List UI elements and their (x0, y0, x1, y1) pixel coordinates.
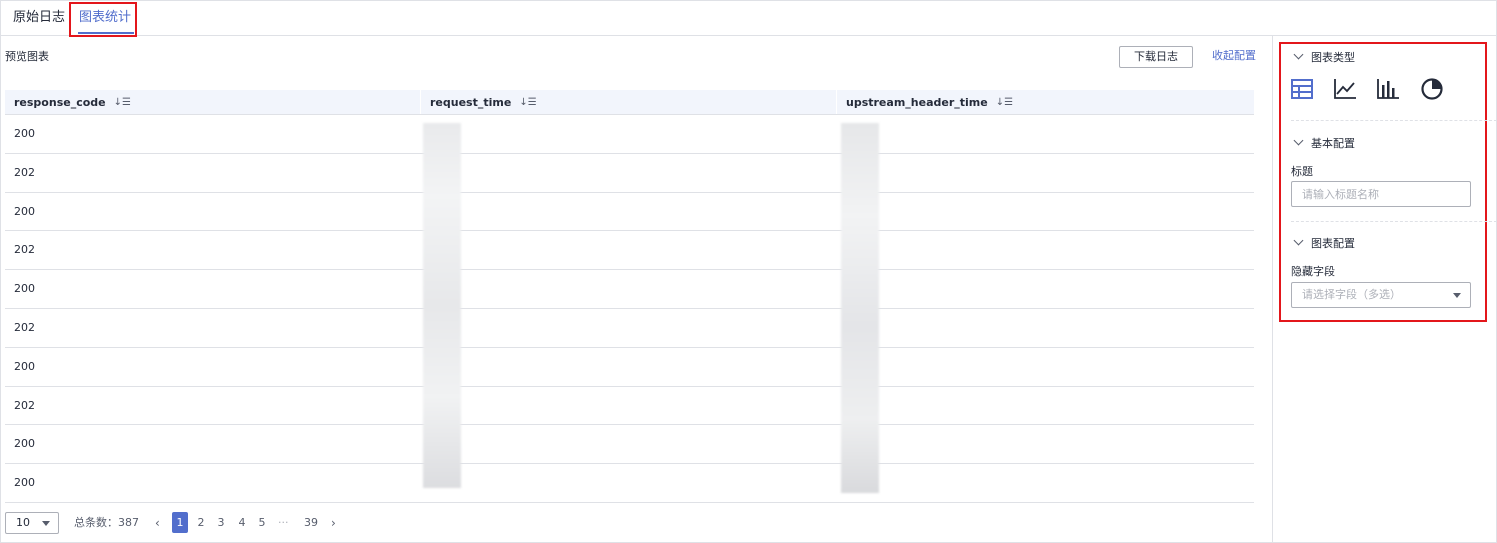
collapse-config-link[interactable]: 收起配置 (1212, 49, 1256, 63)
title-label: 标题 (1291, 165, 1313, 178)
cell-upstream-header-time (837, 348, 1254, 386)
highlight-box-tab (69, 2, 137, 37)
cell-request-time (421, 270, 837, 308)
page-size-select[interactable]: 10 (5, 512, 59, 534)
download-logs-button[interactable]: 下载日志 (1119, 46, 1193, 68)
table-row: 202 (5, 309, 1254, 348)
cell-request-time (421, 115, 837, 153)
page-4[interactable]: 4 (234, 512, 250, 533)
data-table: response_code ↓☰ request_time ↓☰ upstrea… (5, 90, 1254, 503)
cell-request-time (421, 193, 837, 231)
section-divider (1291, 221, 1497, 222)
chevron-down-icon (1293, 49, 1304, 60)
table-row: 200 (5, 425, 1254, 465)
cell-request-time (421, 154, 837, 192)
cell-upstream-header-time (837, 309, 1254, 347)
chevron-right-icon[interactable]: › (331, 515, 336, 531)
chevron-down-icon (1293, 235, 1304, 246)
sort-icon[interactable]: ↓☰ (114, 90, 131, 115)
table-row: 200 (5, 115, 1254, 154)
cell-response-code: 200 (14, 282, 35, 296)
page-5[interactable]: 5 (254, 512, 270, 533)
cell-request-time (421, 387, 837, 425)
chevron-down-icon (1293, 135, 1304, 146)
cell-response-code: 200 (14, 359, 35, 373)
cell-response-code: 200 (14, 127, 35, 140)
cell-request-time (421, 348, 837, 386)
cell-upstream-header-time (837, 387, 1254, 425)
cell-upstream-header-time (837, 154, 1254, 192)
table-row: 200 (5, 193, 1254, 232)
table-header: response_code ↓☰ request_time ↓☰ upstrea… (5, 90, 1254, 115)
redacted-upstream-header-time-values (841, 123, 879, 493)
title-input[interactable] (1291, 181, 1471, 207)
pagination: 10 总条数：387 ‹ 1 2 3 4 5 ··· 39 › (5, 512, 805, 534)
table-icon[interactable] (1290, 77, 1314, 101)
sort-icon[interactable]: ↓☰ (519, 90, 536, 115)
column-header-upstream-header-time: upstream_header_time ↓☰ (837, 90, 1254, 114)
table-row: 202 (5, 231, 1254, 271)
cell-upstream-header-time (837, 425, 1254, 463)
table-row: 202 (5, 387, 1254, 426)
column-header-request-time: request_time ↓☰ (421, 90, 837, 114)
page-3[interactable]: 3 (213, 512, 229, 533)
cell-response-code: 200 (14, 476, 35, 490)
sort-icon[interactable]: ↓☰ (996, 90, 1013, 115)
section-divider (1291, 120, 1497, 121)
table-row: 200 (5, 270, 1254, 309)
table-row: 200 (5, 464, 1254, 503)
bar-chart-icon[interactable] (1376, 77, 1400, 101)
caret-down-icon (1453, 293, 1461, 298)
cell-upstream-header-time (837, 270, 1254, 308)
section-chart-type[interactable]: 图表类型 (1293, 49, 1355, 65)
cell-request-time (421, 231, 837, 269)
cell-upstream-header-time (837, 193, 1254, 231)
redacted-request-time-values (423, 123, 461, 488)
section-basic-config[interactable]: 基本配置 (1293, 135, 1355, 151)
page-2[interactable]: 2 (193, 512, 209, 533)
total-count: 总条数：387 (74, 516, 139, 529)
pie-chart-icon[interactable] (1420, 77, 1444, 101)
page-1[interactable]: 1 (172, 512, 188, 533)
line-chart-icon[interactable] (1333, 77, 1357, 101)
cell-response-code: 202 (14, 320, 35, 334)
page-ellipsis[interactable]: ··· (278, 512, 289, 533)
cell-response-code: 200 (14, 437, 35, 451)
cell-upstream-header-time (837, 115, 1254, 153)
caret-down-icon (42, 521, 50, 526)
tab-raw-logs[interactable]: 原始日志 (13, 9, 65, 27)
cell-response-code: 200 (14, 204, 35, 218)
hide-fields-label: 隐藏字段 (1291, 265, 1335, 278)
chevron-left-icon[interactable]: ‹ (155, 515, 160, 531)
page-last[interactable]: 39 (301, 512, 321, 533)
tab-bar: 原始日志 图表统计 (0, 0, 1497, 36)
cell-request-time (421, 464, 837, 502)
table-row: 200 (5, 348, 1254, 387)
cell-upstream-header-time (837, 231, 1254, 269)
cell-upstream-header-time (837, 464, 1254, 502)
table-row: 202 (5, 154, 1254, 193)
cell-response-code: 202 (14, 243, 35, 257)
section-chart-config[interactable]: 图表配置 (1293, 235, 1355, 251)
cell-response-code: 202 (14, 165, 35, 179)
hide-fields-select[interactable]: 请选择字段（多选） (1291, 282, 1471, 308)
cell-request-time (421, 425, 837, 463)
cell-response-code: 202 (14, 398, 35, 412)
cell-request-time (421, 309, 837, 347)
preview-chart-title: 预览图表 (5, 50, 49, 63)
column-header-response-code: response_code ↓☰ (5, 90, 421, 114)
